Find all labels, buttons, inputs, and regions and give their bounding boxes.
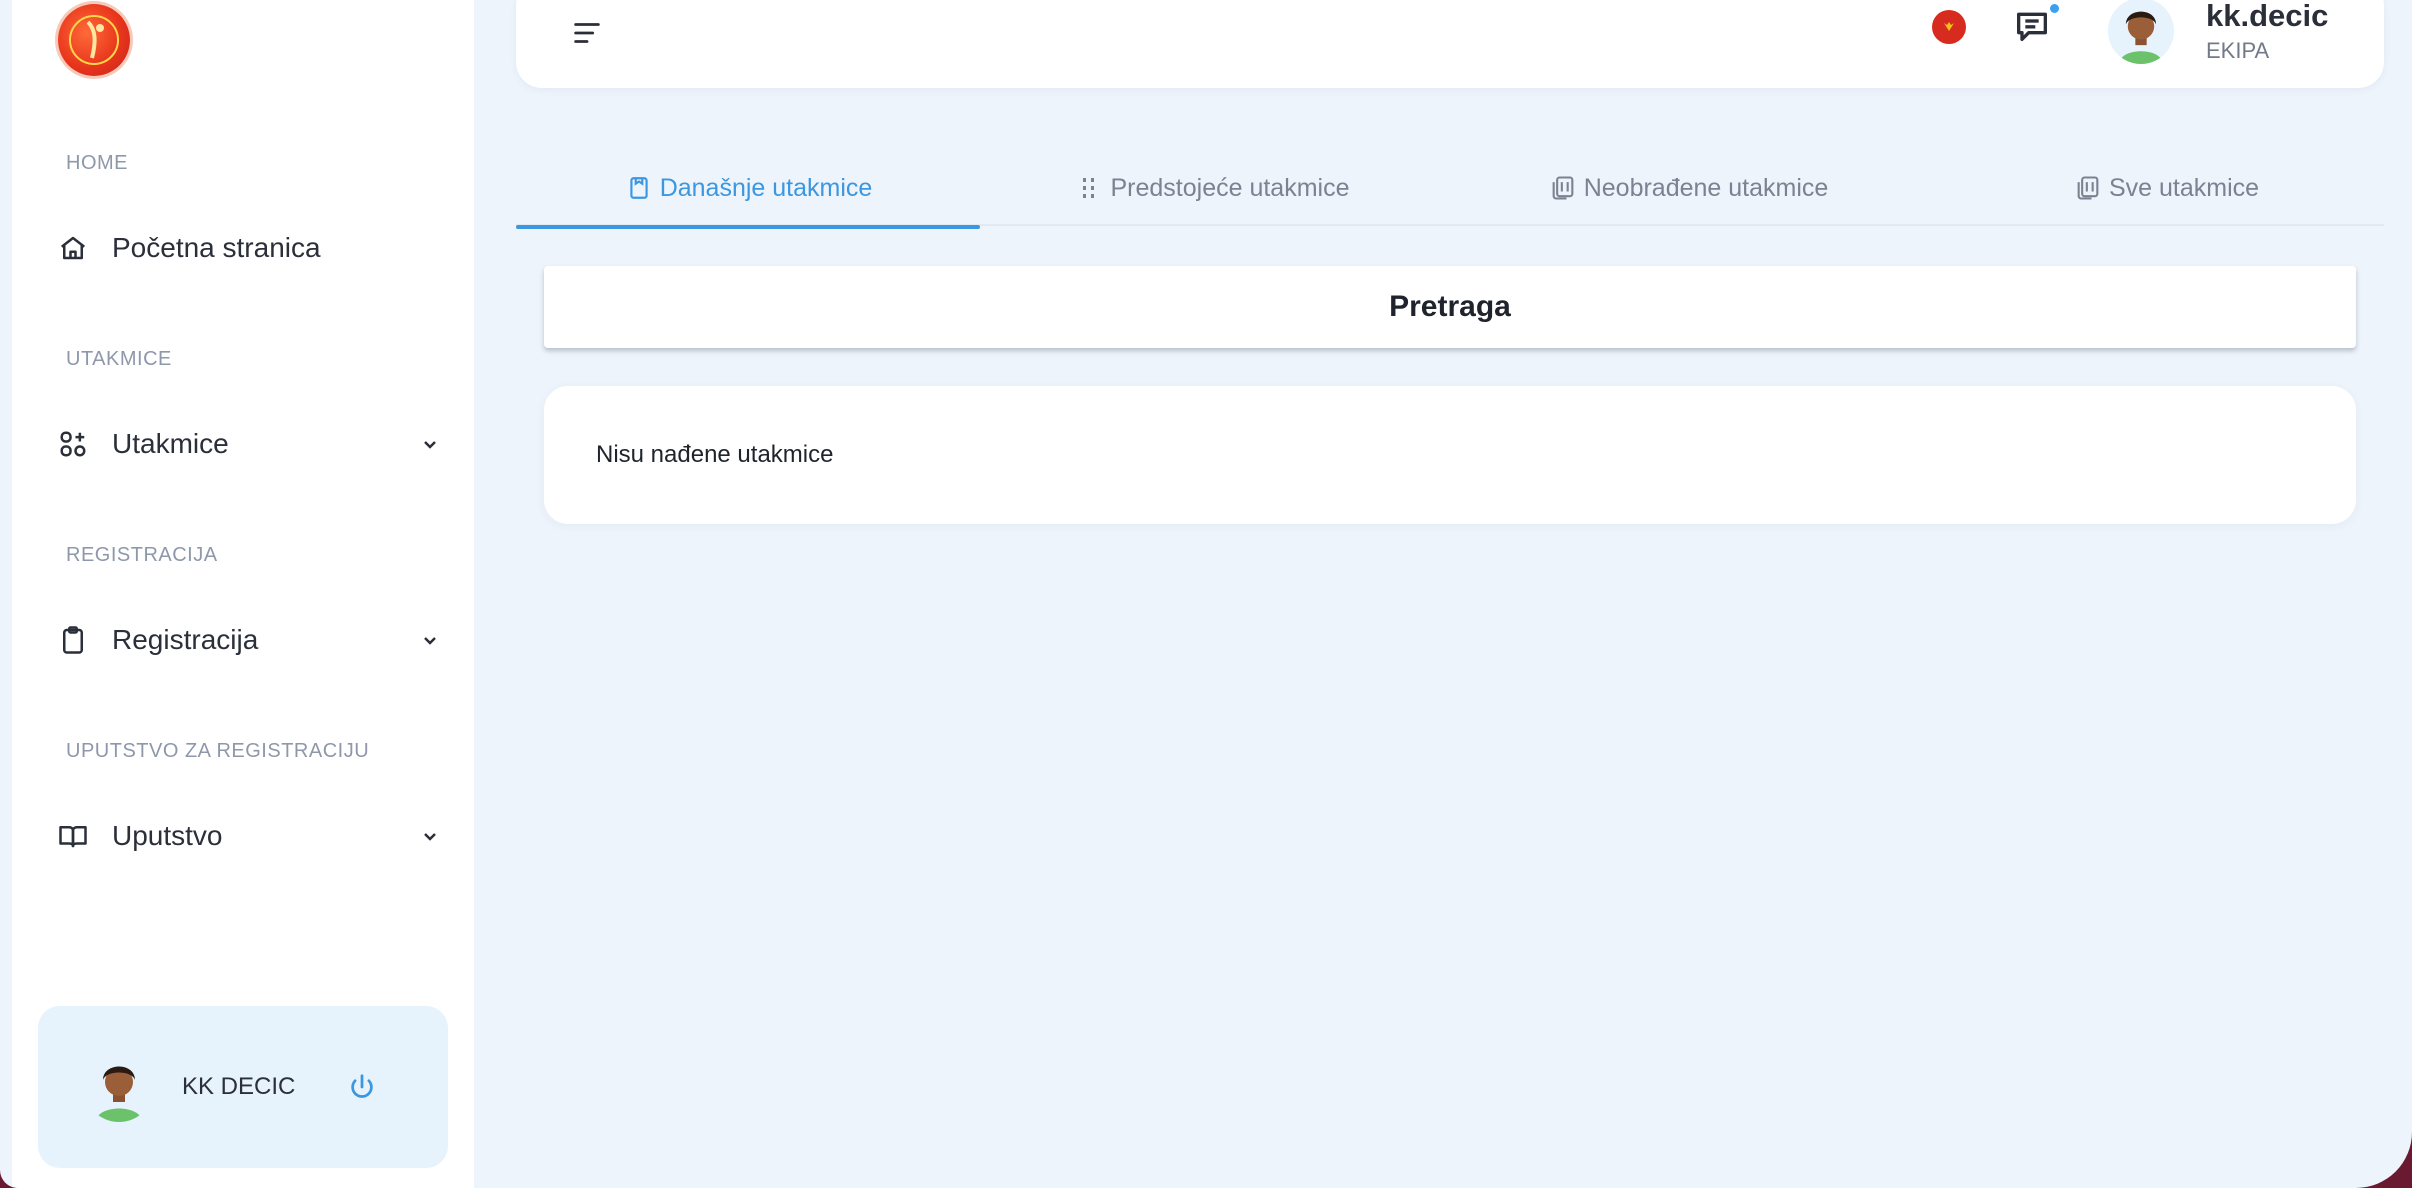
header-user-role: EKIPA	[2206, 38, 2270, 63]
stack-icon	[2073, 173, 2103, 203]
power-icon[interactable]	[347, 1072, 377, 1102]
unread-indicator	[2050, 4, 2059, 13]
club-logo[interactable]	[58, 4, 130, 76]
results-card: Nisu nađene utakmice	[544, 386, 2356, 524]
tab-all-matches[interactable]: Sve utakmice	[1934, 150, 2398, 226]
sidebar-item-registracija[interactable]: Registracija	[56, 610, 446, 670]
section-label-home: HOME	[66, 152, 128, 174]
language-flag-icon[interactable]	[1932, 10, 1966, 44]
tab-unprocessed-matches[interactable]: Neobrađene utakmice	[1456, 150, 1920, 226]
tab-label: Sve utakmice	[2108, 173, 2260, 202]
clipboard-icon	[56, 623, 90, 657]
apps-icon	[56, 427, 90, 461]
sidebar-item-label: Početna stranica	[112, 232, 321, 263]
sidebar-item-label: Uputstvo	[112, 820, 223, 851]
sidebar: HOME Početna stranica UTAKMICE Utakmice …	[12, 0, 474, 1188]
chevron-down-icon	[424, 637, 436, 645]
active-tab-indicator	[516, 225, 980, 229]
menu-toggle-icon[interactable]	[570, 16, 604, 50]
section-label-utakmice: UTAKMICE	[66, 348, 172, 370]
book-icon	[56, 819, 90, 853]
tab-label: Predstojeće utakmice	[1110, 173, 1350, 202]
tab-todays-matches[interactable]: Današnje utakmice	[516, 150, 980, 229]
tab-label: Neobrađene utakmice	[1583, 173, 1829, 202]
top-header: kk.decic EKIPA	[516, 0, 2384, 88]
match-tabs: Današnje utakmice Predstojeće utakmice N…	[516, 150, 2384, 229]
sidebar-item-label: Utakmice	[112, 428, 229, 459]
calendar-icon	[624, 173, 654, 203]
sidebar-item-home[interactable]: Početna stranica	[56, 218, 446, 278]
sidebar-item-utakmice[interactable]: Utakmice	[56, 414, 446, 474]
avatar[interactable]	[84, 1052, 154, 1122]
section-label-uputstvo: UPUTSTVO ZA REGISTRACIJU	[66, 740, 370, 762]
avatar[interactable]	[2108, 0, 2174, 64]
app-window: HOME Početna stranica UTAKMICE Utakmice …	[0, 0, 2412, 1188]
sidebar-user-card: KK DECIC	[38, 1006, 448, 1168]
chevron-down-icon	[424, 441, 436, 449]
tab-label: Današnje utakmice	[659, 173, 873, 202]
sidebar-user-name: KK DECIC	[182, 1073, 296, 1100]
stack-icon	[1548, 173, 1578, 203]
messages-icon[interactable]	[2012, 6, 2052, 46]
tab-upcoming-matches[interactable]: Predstojeće utakmice	[980, 150, 1444, 226]
chevron-down-icon	[424, 833, 436, 841]
sidebar-item-label: Registracija	[112, 624, 259, 655]
search-panel-toggle[interactable]: Pretraga	[544, 266, 2356, 348]
home-icon	[56, 231, 90, 265]
list-dots-icon	[1074, 173, 1104, 203]
section-label-registracija: REGISTRACIJA	[66, 544, 218, 566]
sidebar-item-uputstvo[interactable]: Uputstvo	[56, 806, 446, 866]
header-user-name[interactable]: kk.decic	[2206, 0, 2328, 34]
empty-results-message: Nisu nađene utakmice	[596, 441, 834, 468]
